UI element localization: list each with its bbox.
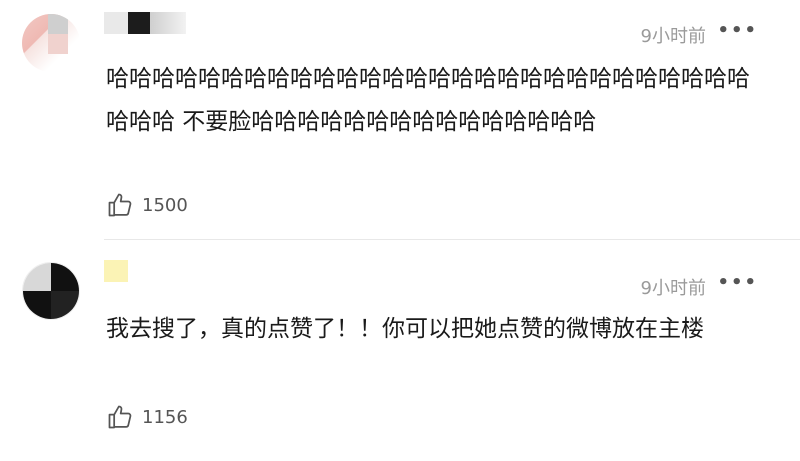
comment-text: 哈哈哈哈哈哈哈哈哈哈哈哈哈哈哈哈哈哈哈哈哈哈哈哈哈哈哈哈哈哈哈 不要脸哈哈哈哈哈… <box>106 66 750 135</box>
comment-item: 9小时前 ••• 哈哈哈哈哈哈哈哈哈哈哈哈哈哈哈哈哈哈哈哈哈哈哈哈哈哈哈哈哈哈哈… <box>0 0 800 240</box>
like-count: 1500 <box>142 194 188 216</box>
like-button[interactable]: 1156 <box>106 402 188 432</box>
thumbs-up-icon <box>106 191 134 219</box>
timestamp: 9小时前 <box>640 278 706 299</box>
timestamp: 9小时前 <box>640 26 706 47</box>
thumbs-up-icon <box>106 403 134 431</box>
comment-item: 9小时前 ••• 我去搜了，真的点赞了！！你可以把她点赞的微博放在主楼 1156 <box>0 240 800 461</box>
like-count: 1156 <box>142 406 188 428</box>
comment-text: 我去搜了，真的点赞了！！你可以把她点赞的微博放在主楼 <box>106 316 704 342</box>
avatar[interactable] <box>22 262 80 320</box>
more-icon[interactable]: ••• <box>717 272 758 293</box>
avatar[interactable] <box>22 14 80 72</box>
more-icon[interactable]: ••• <box>717 20 758 41</box>
username[interactable] <box>104 260 128 286</box>
like-button[interactable]: 1500 <box>106 190 188 220</box>
username[interactable] <box>104 12 186 38</box>
